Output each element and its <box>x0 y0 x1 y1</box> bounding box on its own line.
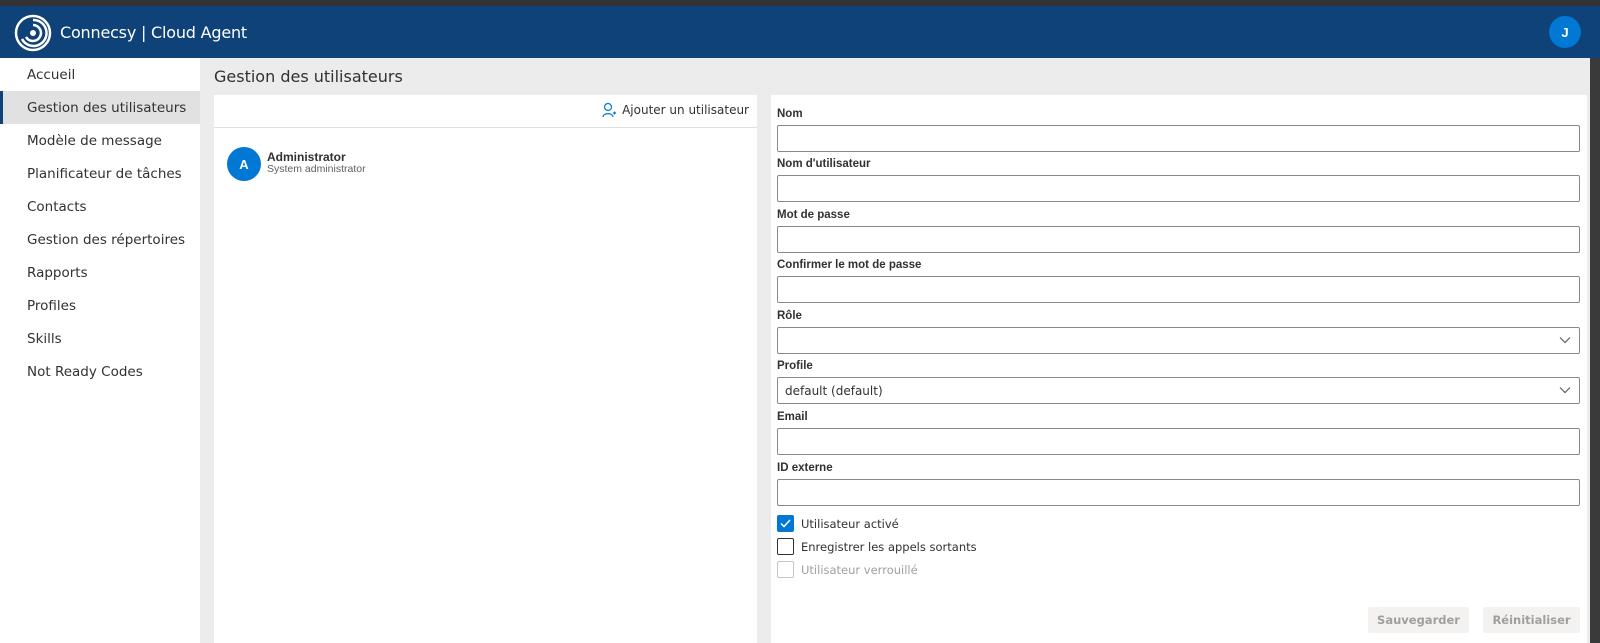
window-right-edge <box>1590 58 1600 643</box>
main-area: Accueil Gestion des utilisateurs Modèle … <box>0 58 1600 643</box>
sidebar-item-contacts[interactable]: Contacts <box>0 190 200 223</box>
add-person-icon <box>602 102 617 118</box>
name-field[interactable] <box>777 125 1580 152</box>
email-label: Email <box>777 411 808 423</box>
sidebar-item-accueil[interactable]: Accueil <box>0 58 200 91</box>
external-id-label: ID externe <box>777 462 833 474</box>
checkbox-box <box>777 538 794 555</box>
checkbox-box <box>777 561 794 578</box>
sidebar-item-planificateur[interactable]: Planificateur de tâches <box>0 157 200 190</box>
app-header: Connecsy | Cloud Agent J <box>0 6 1600 58</box>
active-user-checkbox[interactable]: Utilisateur activé <box>777 515 899 532</box>
page-title: Gestion des utilisateurs <box>214 67 403 86</box>
user-avatar-button[interactable]: J <box>1549 16 1581 48</box>
external-id-field[interactable] <box>777 479 1580 506</box>
user-description: System administrator <box>267 163 366 175</box>
sidebar-item-rapports[interactable]: Rapports <box>0 256 200 289</box>
sidebar-item-repertoires[interactable]: Gestion des répertoires <box>0 223 200 256</box>
username-field[interactable] <box>777 175 1580 202</box>
sidebar-item-not-ready-codes[interactable]: Not Ready Codes <box>0 355 200 388</box>
add-user-button[interactable]: Ajouter un utilisateur <box>602 102 749 118</box>
user-form-panel: Nom Nom d'utilisateur Mot de passe Confi… <box>771 95 1587 643</box>
role-select[interactable] <box>777 327 1580 354</box>
locked-user-label: Utilisateur verrouillé <box>801 562 918 577</box>
active-user-label: Utilisateur activé <box>801 516 899 531</box>
sidebar-item-gestion-utilisateurs[interactable]: Gestion des utilisateurs <box>0 91 200 124</box>
save-button[interactable]: Sauvegarder <box>1368 607 1469 633</box>
app-title: Connecsy | Cloud Agent <box>60 23 247 42</box>
password-field[interactable] <box>777 226 1580 253</box>
add-user-label: Ajouter un utilisateur <box>622 103 749 117</box>
sidebar-nav: Accueil Gestion des utilisateurs Modèle … <box>0 58 200 643</box>
username-label: Nom d'utilisateur <box>777 158 871 170</box>
profile-label: Profile <box>777 360 813 372</box>
user-list-toolbar: Ajouter un utilisateur <box>214 95 757 128</box>
user-name: Administrator <box>267 150 346 164</box>
role-label: Rôle <box>777 310 802 322</box>
sidebar-item-profiles[interactable]: Profiles <box>0 289 200 322</box>
connecsy-logo-icon <box>14 14 52 52</box>
sidebar-item-skills[interactable]: Skills <box>0 322 200 355</box>
checkmark-icon <box>777 515 794 532</box>
record-outgoing-checkbox[interactable]: Enregistrer les appels sortants <box>777 538 977 555</box>
sidebar-item-modele-message[interactable]: Modèle de message <box>0 124 200 157</box>
password-label: Mot de passe <box>777 209 850 221</box>
chevron-down-icon <box>1559 387 1571 394</box>
email-field[interactable] <box>777 428 1580 455</box>
profile-value: default (default) <box>785 383 883 398</box>
user-list-item[interactable]: A Administrator System administrator <box>214 145 757 185</box>
confirm-password-field[interactable] <box>777 276 1580 303</box>
chevron-down-icon <box>1559 337 1571 344</box>
confirm-password-label: Confirmer le mot de passe <box>777 259 922 271</box>
user-list-panel: Ajouter un utilisateur A Administrator S… <box>214 95 757 643</box>
profile-select[interactable]: default (default) <box>777 377 1580 404</box>
user-avatar: A <box>227 147 261 181</box>
reset-button[interactable]: Réinitialiser <box>1483 607 1580 633</box>
name-label: Nom <box>777 108 803 120</box>
locked-user-checkbox: Utilisateur verrouillé <box>777 561 918 578</box>
record-outgoing-label: Enregistrer les appels sortants <box>801 539 977 554</box>
